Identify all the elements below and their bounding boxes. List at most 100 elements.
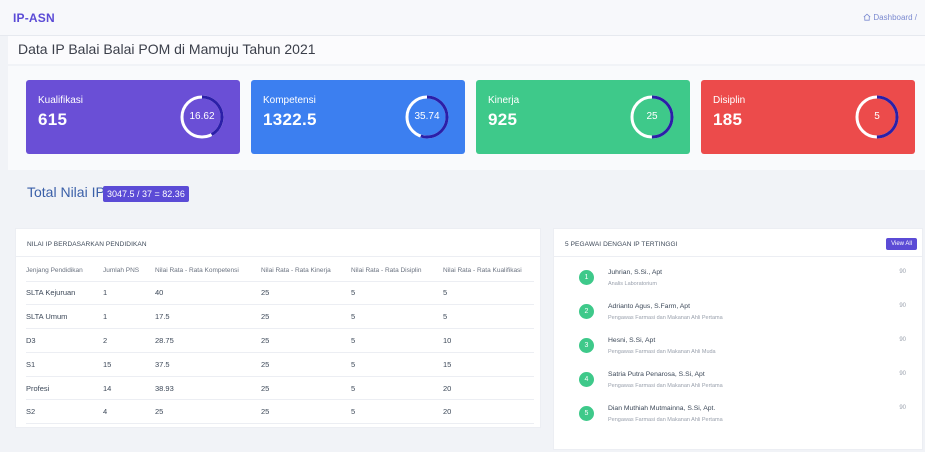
table-cell: 37.5: [155, 352, 261, 377]
table-cell: 17.5: [155, 304, 261, 330]
table-cell: 5: [351, 399, 443, 425]
education-panel: NILAI IP BERDASARKAN PENDIDIKAN Jenjang …: [15, 228, 541, 428]
brand-logo[interactable]: IP-ASN: [13, 11, 55, 25]
employee-role: Pengawas Farmasi dan Makanan Ahli Muda: [608, 349, 716, 355]
employee-score: 90: [899, 405, 906, 411]
card-value: 615: [38, 110, 68, 129]
employee-name: Hesni, S.Si, Apt: [608, 337, 656, 344]
table-cell: 5: [351, 281, 443, 306]
breadcrumb[interactable]: Dashboard /: [863, 13, 917, 22]
total-badge: 3047.5 / 37 = 82.36: [103, 186, 189, 202]
card-label: Kompetensi: [263, 95, 316, 106]
top-employees-list: 1 Juhrian, S.Si., Apt Analis Laboratoriu…: [554, 261, 924, 431]
table-cell: 10: [443, 328, 534, 353]
employee-score: 90: [899, 269, 906, 275]
col-header: Nilai Rata - Rata Disiplin: [351, 261, 443, 282]
table-header-row: Jenjang Pendidikan Jumlah PNS Nilai Rata…: [26, 261, 534, 282]
employee-role: Analis Laboratorium: [608, 281, 657, 287]
table-cell: 15: [103, 352, 155, 377]
table-cell: 5: [351, 376, 443, 401]
employee-name: Dian Muthiah Mutmainna, S.Si, Apt.: [608, 405, 716, 412]
col-header: Nilai Rata - Rata Kinerja: [261, 261, 351, 282]
table-cell: 4: [103, 399, 155, 425]
table-cell: 20: [443, 399, 534, 425]
employee-score: 90: [899, 371, 906, 377]
top-employees-panel: 5 PEGAWAI DENGAN IP TERTINGGI View All 1…: [553, 228, 923, 450]
table-row: D3 2 28.75 25 5 10: [26, 328, 534, 353]
rank-badge: 3: [579, 338, 594, 353]
employee-name: Satria Putra Penarosa, S.Si, Apt: [608, 371, 705, 378]
panel-header: NILAI IP BERDASARKAN PENDIDIKAN: [16, 229, 540, 257]
table-cell: 38.93: [155, 376, 261, 401]
rank-badge: 2: [579, 304, 594, 319]
table-cell: 28.75: [155, 328, 261, 353]
card-disiplin: Disiplin 185 5: [701, 80, 915, 154]
ring-value: 5: [874, 111, 880, 122]
panel-title: 5 PEGAWAI DENGAN IP TERTINGGI: [565, 241, 678, 248]
education-table: Jenjang Pendidikan Jumlah PNS Nilai Rata…: [26, 261, 534, 425]
panel-header: 5 PEGAWAI DENGAN IP TERTINGGI View All: [554, 229, 922, 257]
rank-badge: 1: [579, 270, 594, 285]
table-cell: 1: [103, 281, 155, 306]
table-cell: 25: [261, 281, 351, 306]
rank-badge: 4: [579, 372, 594, 387]
table-cell: SLTA Kejuruan: [26, 281, 103, 306]
list-item[interactable]: 2 Adrianto Agus, S.Farm, Apt Pengawas Fa…: [554, 295, 924, 329]
top-navbar: IP-ASN Dashboard /: [0, 0, 925, 36]
col-header: Jenjang Pendidikan: [26, 261, 103, 282]
card-label: Kinerja: [488, 95, 520, 106]
card-value: 925: [488, 110, 518, 129]
table-cell: S1: [26, 352, 103, 377]
table-cell: S2: [26, 399, 103, 425]
table-cell: 5: [443, 304, 534, 330]
list-item[interactable]: 1 Juhrian, S.Si., Apt Analis Laboratoriu…: [554, 261, 924, 295]
home-icon: [863, 13, 871, 21]
table-row: S2 4 25 25 5 20: [26, 399, 534, 425]
card-kinerja: Kinerja 925 25: [476, 80, 690, 154]
table-row: S1 15 37.5 25 5 15: [26, 352, 534, 377]
table-cell: 5: [351, 304, 443, 330]
employee-name: Adrianto Agus, S.Farm, Apt: [608, 303, 690, 310]
table-cell: 5: [351, 352, 443, 377]
total-label: Total Nilai IP :: [27, 184, 113, 200]
table-cell: 25: [261, 376, 351, 401]
card-value: 185: [713, 110, 743, 129]
page-title: Data IP Balai Balai POM di Mamuju Tahun …: [18, 41, 316, 57]
panel-title: NILAI IP BERDASARKAN PENDIDIKAN: [27, 241, 147, 248]
table-cell: 25: [261, 352, 351, 377]
ring-value: 16.62: [189, 111, 215, 122]
table-cell: 15: [443, 352, 534, 377]
card-value: 1322.5: [263, 110, 317, 129]
table-cell: 25: [261, 328, 351, 353]
list-item[interactable]: 4 Satria Putra Penarosa, S.Si, Apt Penga…: [554, 363, 924, 397]
table-cell: 25: [261, 399, 351, 425]
col-header: Nilai Rata - Rata Kualifikasi: [443, 261, 534, 282]
table-cell: 25: [155, 399, 261, 425]
ring-value: 25: [646, 111, 658, 122]
card-label: Disiplin: [713, 95, 746, 106]
employee-score: 90: [899, 303, 906, 309]
table-cell: 25: [261, 304, 351, 330]
rank-badge: 5: [579, 406, 594, 421]
table-row: SLTA Umum 1 17.5 25 5 5: [26, 304, 534, 330]
table-cell: D3: [26, 328, 103, 353]
list-item[interactable]: 3 Hesni, S.Si, Apt Pengawas Farmasi dan …: [554, 329, 924, 363]
breadcrumb-dashboard[interactable]: Dashboard /: [873, 13, 917, 22]
col-header: Jumlah PNS: [103, 261, 155, 282]
view-all-button[interactable]: View All: [886, 238, 917, 250]
card-kompetensi: Kompetensi 1322.5 35.74: [251, 80, 465, 154]
table-row: SLTA Kejuruan 1 40 25 5 5: [26, 281, 534, 306]
table-cell: 20: [443, 376, 534, 401]
table-cell: 5: [443, 281, 534, 306]
table-cell: 2: [103, 328, 155, 353]
employee-role: Pengawas Farmasi dan Makanan Ahli Pertam…: [608, 315, 723, 321]
col-header: Nilai Rata - Rata Kompetensi: [155, 261, 261, 282]
list-item[interactable]: 5 Dian Muthiah Mutmainna, S.Si, Apt. Pen…: [554, 397, 924, 431]
table-cell: 5: [351, 328, 443, 353]
table-cell: 14: [103, 376, 155, 401]
ring-value: 35.74: [414, 111, 440, 122]
employee-role: Pengawas Farmasi dan Makanan Ahli Pertam…: [608, 383, 723, 389]
card-label: Kualifikasi: [38, 95, 84, 106]
table-cell: 40: [155, 281, 261, 306]
card-kualifikasi: Kualifikasi 615 16.62: [26, 80, 240, 154]
